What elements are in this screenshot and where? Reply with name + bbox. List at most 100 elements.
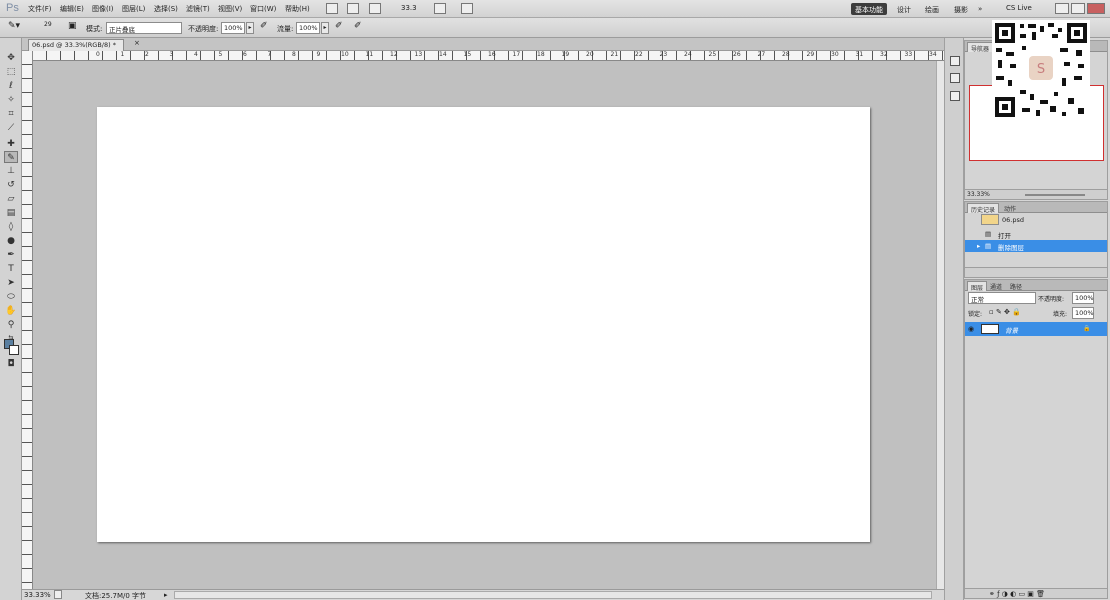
- pressure-opacity-icon[interactable]: ✐: [260, 21, 268, 31]
- brush-tool-preset-icon[interactable]: ✎▾: [8, 21, 20, 31]
- photoshop-logo: Ps: [6, 2, 19, 14]
- tool-presets-icon[interactable]: [950, 91, 960, 101]
- crop-tool-icon[interactable]: ⌗: [4, 108, 18, 120]
- tab-channels[interactable]: 通道: [987, 281, 1005, 291]
- menu-help[interactable]: 帮助(H): [285, 4, 310, 14]
- ruler-tick-label: 5: [218, 51, 223, 58]
- layer-name[interactable]: 背景: [1005, 325, 1018, 335]
- workspace-design[interactable]: 设计: [893, 3, 915, 15]
- view-extras-icon[interactable]: [369, 3, 381, 14]
- horizontal-scrollbar[interactable]: [174, 591, 932, 599]
- status-icon[interactable]: [54, 590, 62, 599]
- vertical-ruler[interactable]: [22, 51, 33, 589]
- tab-layers[interactable]: 图层: [967, 281, 988, 292]
- bridge-icon[interactable]: [326, 3, 338, 14]
- clone-stamp-tool-icon[interactable]: ⊥: [4, 165, 18, 177]
- opacity-dropdown-icon[interactable]: ▸: [246, 22, 254, 34]
- history-item[interactable]: ▤ 打开: [965, 228, 1107, 240]
- ruler-tick-label: 34: [929, 51, 937, 58]
- ruler-tick-label: 20: [586, 51, 594, 58]
- gradient-tool-icon[interactable]: ▤: [4, 207, 18, 219]
- clone-source-icon[interactable]: [950, 73, 960, 83]
- history-item-selected[interactable]: ▸ ▤ 删除图层: [965, 240, 1107, 252]
- layer-visibility-eye-icon[interactable]: ◉: [968, 325, 974, 333]
- menu-file[interactable]: 文件(F): [28, 4, 52, 14]
- status-zoom-input[interactable]: 33.33%: [24, 591, 51, 599]
- status-menu-icon[interactable]: ▸: [164, 591, 168, 599]
- status-bar: 33.33% 文档:25.7M/0 字节 ▸: [22, 589, 944, 600]
- path-selection-tool-icon[interactable]: ➤: [4, 277, 18, 289]
- horizontal-ruler[interactable]: 0 1 2 3 4 5 6 7 8 9 10 11 12 13 14 15 16 17 18 19 20 21 22 23 24…: [33, 51, 986, 61]
- menu-layer[interactable]: 图层(L): [122, 4, 145, 14]
- ruler-tick-label: 10: [341, 51, 349, 58]
- brush-tool-icon[interactable]: ✎: [4, 151, 18, 163]
- workspace-overflow-icon[interactable]: »: [974, 3, 986, 15]
- history-brush-tool-icon[interactable]: ↺: [4, 179, 18, 191]
- flow-input[interactable]: 100%: [296, 22, 320, 34]
- maximize-icon[interactable]: [1071, 3, 1085, 14]
- shape-tool-icon[interactable]: ⬭: [4, 291, 18, 303]
- layer-opacity-input[interactable]: 100%: [1072, 292, 1094, 304]
- menu-image[interactable]: 图像(I): [92, 4, 114, 14]
- dodge-tool-icon[interactable]: ●: [4, 235, 18, 247]
- zoom-tool-icon[interactable]: ⚲: [4, 319, 18, 331]
- opacity-input[interactable]: 100%: [221, 22, 245, 34]
- layer-blend-mode-select[interactable]: 正常: [968, 292, 1036, 304]
- brush-panel-toggle-icon[interactable]: ▣: [68, 21, 77, 31]
- lasso-tool-icon[interactable]: ℓ: [4, 80, 18, 92]
- quick-mask-icon[interactable]: ◘: [4, 358, 18, 370]
- menu-bar: Ps 文件(F) 编辑(E) 图像(I) 图层(L) 选择(S) 滤镜(T) 视…: [0, 0, 1110, 18]
- screen-mode-icon[interactable]: [461, 3, 473, 14]
- blur-tool-icon[interactable]: ◊: [4, 221, 18, 233]
- healing-brush-tool-icon[interactable]: ✚: [4, 138, 18, 150]
- hand-tool-icon[interactable]: ✋: [4, 305, 18, 317]
- menu-filter[interactable]: 滤镜(T): [186, 4, 210, 14]
- fill-input[interactable]: 100%: [1072, 307, 1094, 319]
- background-color-swatch[interactable]: [9, 345, 19, 355]
- brush-presets-icon[interactable]: [950, 56, 960, 66]
- arrange-documents-icon[interactable]: [434, 3, 446, 14]
- ruler-tick-label: 19: [561, 51, 570, 58]
- navigator-zoom-input[interactable]: 33.33%: [967, 191, 990, 198]
- type-tool-icon[interactable]: T: [4, 263, 18, 275]
- zoom-level-select[interactable]: 33.3: [401, 4, 417, 12]
- brush-size-label[interactable]: 29: [44, 21, 52, 28]
- workspace-painting[interactable]: 绘画: [921, 3, 943, 15]
- tab-actions[interactable]: 动作: [1001, 203, 1019, 213]
- blend-mode-select[interactable]: 正片叠底: [106, 22, 182, 34]
- tab-history[interactable]: 历史记录: [967, 203, 1000, 214]
- airbrush-icon[interactable]: ✐: [335, 21, 343, 31]
- marquee-tool-icon[interactable]: ⬚: [4, 66, 18, 78]
- layer-row[interactable]: ◉ 背景 🔒: [965, 322, 1107, 336]
- menu-window[interactable]: 窗口(W): [250, 4, 276, 14]
- minimize-icon[interactable]: [1055, 3, 1069, 14]
- tab-navigator[interactable]: 导航器: [967, 42, 994, 53]
- lock-options-icon[interactable]: ▫ ✎ ✥ 🔒: [989, 308, 1021, 316]
- cs-live-button[interactable]: CS Live: [1006, 4, 1032, 12]
- workspace-photography[interactable]: 摄影: [950, 3, 972, 15]
- history-snapshot-row[interactable]: 06.psd: [965, 214, 1107, 226]
- eraser-tool-icon[interactable]: ▱: [4, 193, 18, 205]
- navigator-zoom-slider[interactable]: [1025, 194, 1085, 196]
- pen-tool-icon[interactable]: ✒: [4, 249, 18, 261]
- workspace-essentials[interactable]: 基本功能: [851, 3, 887, 15]
- flow-dropdown-icon[interactable]: ▸: [321, 22, 329, 34]
- eyedropper-tool-icon[interactable]: ⟋: [4, 122, 18, 134]
- tab-paths[interactable]: 路径: [1007, 281, 1025, 291]
- menu-select[interactable]: 选择(S): [154, 4, 178, 14]
- snapshot-thumbnail: [981, 214, 999, 225]
- vertical-scrollbar[interactable]: [936, 61, 944, 589]
- history-state-pointer-icon: ▸: [977, 242, 981, 250]
- pressure-size-icon[interactable]: ✐: [354, 21, 362, 31]
- quick-select-tool-icon[interactable]: ✧: [4, 94, 18, 106]
- menu-edit[interactable]: 编辑(E): [60, 4, 84, 14]
- document-canvas[interactable]: [97, 107, 870, 542]
- move-tool-icon[interactable]: ✥: [4, 52, 18, 64]
- ruler-tick-label: 0: [96, 51, 100, 58]
- menu-view[interactable]: 视图(V): [218, 4, 242, 14]
- layer-footer-icons[interactable]: ⚭ ƒ ◑ ◐ ▭ ▣ 🗑: [989, 590, 1045, 598]
- close-icon[interactable]: [1087, 3, 1105, 14]
- document-close-icon[interactable]: ×: [134, 39, 140, 47]
- document-tab[interactable]: 06.psd @ 33.3%(RGB/8) *: [28, 39, 124, 51]
- mini-bridge-icon[interactable]: [347, 3, 359, 14]
